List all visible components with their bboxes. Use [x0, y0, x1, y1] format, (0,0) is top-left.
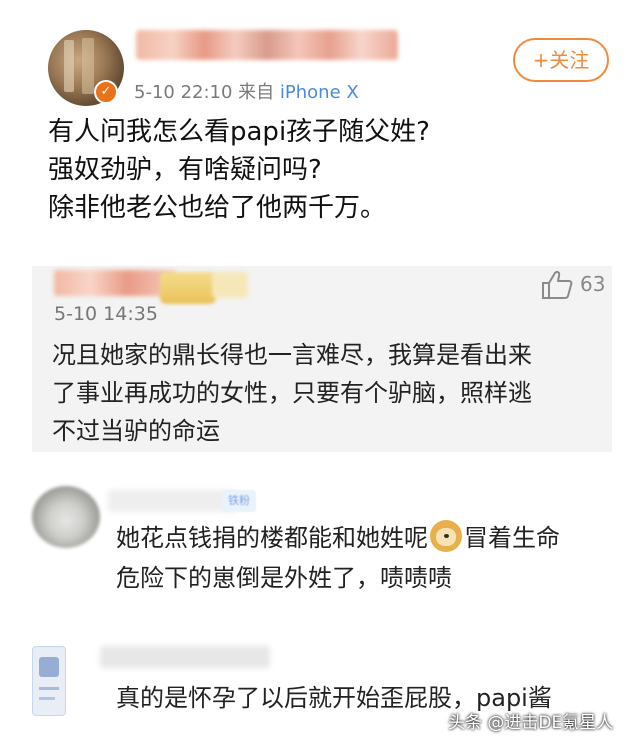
follow-button[interactable]: +关注 [513, 38, 609, 82]
post-line: 有人问我怎么看papi孩子随父姓? [48, 117, 430, 147]
avatar-detail [39, 687, 59, 690]
thumbs-up-icon[interactable] [540, 270, 574, 300]
commenter-avatar[interactable] [32, 646, 66, 716]
weibo-post: ✓ 5-10 22:10 来自 iPhone X +关注 有人问我怎么看papi… [0, 0, 640, 258]
comment-text: 冒着生命 [464, 524, 560, 552]
verified-badge-icon: ✓ [94, 80, 118, 104]
fan-tag: 铁粉 [222, 490, 256, 512]
post-meta: 5-10 22:10 来自 iPhone X [134, 78, 359, 104]
comment-line: 危险下的崽倒是外姓了，啧啧啧 [116, 564, 452, 592]
source-watermark: 头条 @进击DE氪星人 [448, 713, 614, 733]
avatar-detail [64, 40, 74, 92]
comment-body: 她花点钱捐的楼都能和她姓呢 冒着生命 危险下的崽倒是外姓了，啧啧啧 [116, 518, 626, 598]
like-count: 63 [580, 272, 606, 296]
reply-line: 况且她家的鼎长得也一言难尽，我算是看出来 [52, 341, 532, 369]
avatar-detail [39, 657, 59, 677]
reply-line: 不过当驴的命运 [52, 417, 220, 445]
avatar-detail [82, 38, 94, 94]
doge-emoji-icon [430, 520, 462, 552]
post-body: 有人问我怎么看papi孩子随父姓? 强奴劲驴，有啥疑问吗? 除非他老公也给了他两… [48, 113, 608, 227]
fan-badge-icon [160, 272, 216, 304]
reply-line: 了事业再成功的女性，只要有个驴脑，照样逃 [52, 379, 532, 407]
comment-line: 她花点钱捐的楼都能和她姓呢 冒着生命 [116, 518, 626, 558]
reply-time: 5-10 14:35 [54, 303, 158, 325]
author-name-redacted[interactable] [136, 30, 398, 60]
reply-body: 况且她家的鼎长得也一言难尽，我算是看出来 了事业再成功的女性，只要有个驴脑，照样… [52, 336, 612, 450]
badge-detail [212, 272, 248, 298]
commenter-name-redacted[interactable] [100, 646, 270, 668]
reply-author-redacted[interactable] [54, 270, 176, 296]
post-time: 5-10 22:10 来自 [134, 82, 275, 103]
highlighted-reply: 63 5-10 14:35 况且她家的鼎长得也一言难尽，我算是看出来 了事业再成… [32, 266, 612, 452]
commenter-avatar[interactable] [32, 486, 100, 548]
comment-item: 铁粉 她花点钱捐的楼都能和她姓呢 冒着生命 危险下的崽倒是外姓了，啧啧啧 [0, 478, 640, 618]
avatar-detail [39, 697, 55, 700]
comment-text: 她花点钱捐的楼都能和她姓呢 [116, 524, 428, 552]
post-line: 强奴劲驴，有啥疑问吗? [48, 155, 322, 185]
commenter-name-redacted[interactable] [108, 490, 238, 512]
post-source: iPhone X [279, 82, 359, 103]
post-line: 除非他老公也给了他两千万。 [48, 193, 387, 223]
